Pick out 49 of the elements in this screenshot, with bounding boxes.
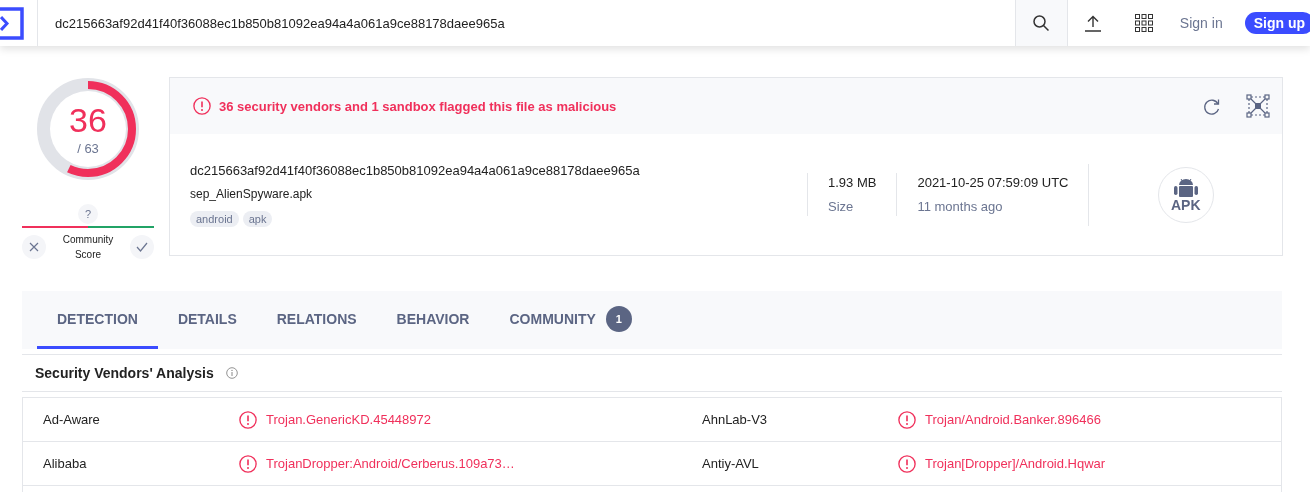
section-title: Security Vendors' Analysis [35, 365, 214, 381]
help-badge: ? [78, 204, 98, 224]
search-field[interactable]: dc215663af92d41f40f36088ec1b850b81092ea94a4a061a9ce88178daee965a [38, 0, 1015, 46]
tab[interactable]: DETECTION [37, 291, 158, 349]
detection-count: 36 [69, 102, 107, 137]
tab[interactable]: BEHAVIOR [376, 291, 490, 349]
file-tag[interactable]: apk [242, 210, 273, 227]
graph-icon[interactable] [1246, 94, 1270, 118]
detection-result: Trojan/Android.Banker.896466 [925, 412, 1101, 427]
alert-icon [898, 454, 916, 473]
upvote-button[interactable] [130, 235, 154, 259]
detection-result: TrojanDropper:Android/Cerberus.109a73… [266, 456, 515, 471]
alert-icon [239, 454, 257, 473]
vendor-name: AhnLab-V3 [701, 412, 769, 427]
vendor-name: Ad-Aware [42, 412, 101, 427]
alert-message: 36 security vendors and 1 sandbox flagged this file as malicious [219, 98, 618, 114]
tab[interactable]: DETAILS [157, 291, 257, 349]
reanalyze-icon[interactable] [1202, 96, 1222, 116]
vendor-name: Alibaba [42, 456, 88, 471]
close-icon [29, 242, 39, 252]
engine-total: / 63 [77, 140, 99, 156]
android-icon [1172, 177, 1199, 198]
file-type-label: APK [1170, 197, 1201, 212]
alert-icon [898, 410, 916, 429]
count-badge: 1 [605, 305, 632, 332]
relative-time: 11 months ago [917, 199, 1004, 214]
sign-in-link[interactable]: Sign in [1179, 15, 1223, 31]
apps-grid-icon[interactable] [1135, 14, 1154, 32]
upload-icon[interactable] [1084, 14, 1103, 32]
detection-result: Trojan[Dropper]/Android.Hqwar [925, 456, 1106, 471]
vendor-name: Antiy-AVL [701, 456, 760, 471]
downvote-button[interactable] [22, 235, 46, 259]
file-tag[interactable]: android [190, 210, 239, 227]
logo-icon[interactable] [0, 6, 25, 40]
size-label: Size [828, 199, 855, 214]
sign-up-button[interactable]: Sign up [1244, 12, 1310, 34]
tab[interactable]: COMMUNITY 1 [489, 291, 652, 349]
community-score-label: Community Score [61, 233, 115, 262]
alert-icon [239, 410, 257, 429]
file-name: sep_AlienSpyware.apk [190, 186, 314, 201]
info-icon[interactable] [225, 367, 238, 379]
file-size: 1.93 MB [828, 175, 877, 190]
detection-result: Trojan.GenericKD.45448972 [266, 412, 431, 427]
search-icon[interactable] [1032, 14, 1051, 32]
analysis-date: 2021-10-25 07:59:09 UTC [917, 175, 1069, 190]
tab[interactable]: RELATIONS [256, 291, 377, 349]
file-hash: dc215663af92d41f40f36088ec1b850b81092ea94a4a061a9ce88178daee965a [190, 162, 641, 178]
alert-icon [193, 97, 211, 115]
check-icon [136, 242, 148, 252]
